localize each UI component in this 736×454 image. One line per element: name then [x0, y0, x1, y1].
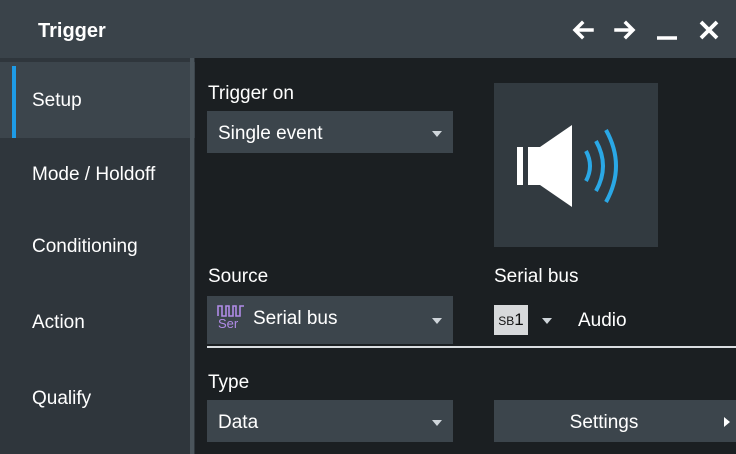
settings-button-label: Settings: [569, 412, 639, 433]
serial-bus-badge: SB1: [494, 305, 528, 335]
source-value: Serial bus: [253, 308, 338, 329]
sidebar-item-action[interactable]: Action: [0, 284, 195, 360]
trigger-on-label: Trigger on: [208, 83, 294, 104]
sidebar-item-label: Setup: [32, 90, 82, 111]
serial-bus-name: Audio: [578, 310, 627, 331]
settings-button[interactable]: Settings: [494, 400, 736, 442]
minimize-icon[interactable]: [654, 17, 680, 43]
window-title: Trigger: [38, 20, 106, 42]
title-bar-controls: [570, 16, 722, 44]
close-icon[interactable]: [696, 17, 722, 43]
chevron-down-icon: [432, 318, 442, 324]
source-label: Source: [208, 266, 269, 287]
source-dropdown[interactable]: Ser Serial bus: [207, 296, 453, 344]
sidebar-item-setup[interactable]: Setup: [0, 62, 195, 138]
serial-bus-icon-text: Ser: [218, 316, 239, 331]
sidebar-item-qualify[interactable]: Qualify: [0, 360, 195, 436]
arrow-left-icon[interactable]: [570, 17, 596, 43]
type-dropdown[interactable]: Data: [207, 400, 453, 442]
serial-bus-selector[interactable]: SB1: [488, 296, 566, 344]
sidebar-divider: [190, 58, 194, 454]
sidebar-item-label: Mode / Holdoff: [32, 164, 156, 185]
arrow-right-icon[interactable]: [612, 17, 638, 43]
speaker-icon: [517, 125, 618, 207]
sidebar-item-conditioning[interactable]: Conditioning: [0, 208, 195, 284]
sidebar-item-label: Qualify: [32, 388, 92, 409]
sidebar-item-label: Action: [32, 312, 85, 333]
type-value: Data: [218, 412, 259, 433]
serial-bus-badge-prefix: SB: [498, 314, 515, 328]
section-divider: [207, 346, 736, 348]
chevron-down-icon: [542, 318, 552, 324]
sidebar-item-mode-holdoff[interactable]: Mode / Holdoff: [0, 136, 195, 212]
sidebar-item-label: Conditioning: [32, 236, 138, 257]
serial-bus-label: Serial bus: [494, 266, 579, 287]
serial-bus-icon: Ser: [217, 304, 245, 334]
sidebar: Setup Mode / Holdoff Conditioning Action…: [0, 58, 195, 454]
serial-bus-badge-number: 1: [514, 310, 524, 329]
trigger-on-value: Single event: [218, 123, 323, 144]
chevron-right-icon: [724, 417, 730, 427]
chevron-down-icon: [432, 131, 442, 137]
trigger-on-dropdown[interactable]: Single event: [207, 111, 453, 153]
chevron-down-icon: [432, 420, 442, 426]
type-label: Type: [208, 372, 250, 393]
title-bar: Trigger: [0, 0, 736, 58]
audio-speaker-image: [494, 83, 658, 247]
